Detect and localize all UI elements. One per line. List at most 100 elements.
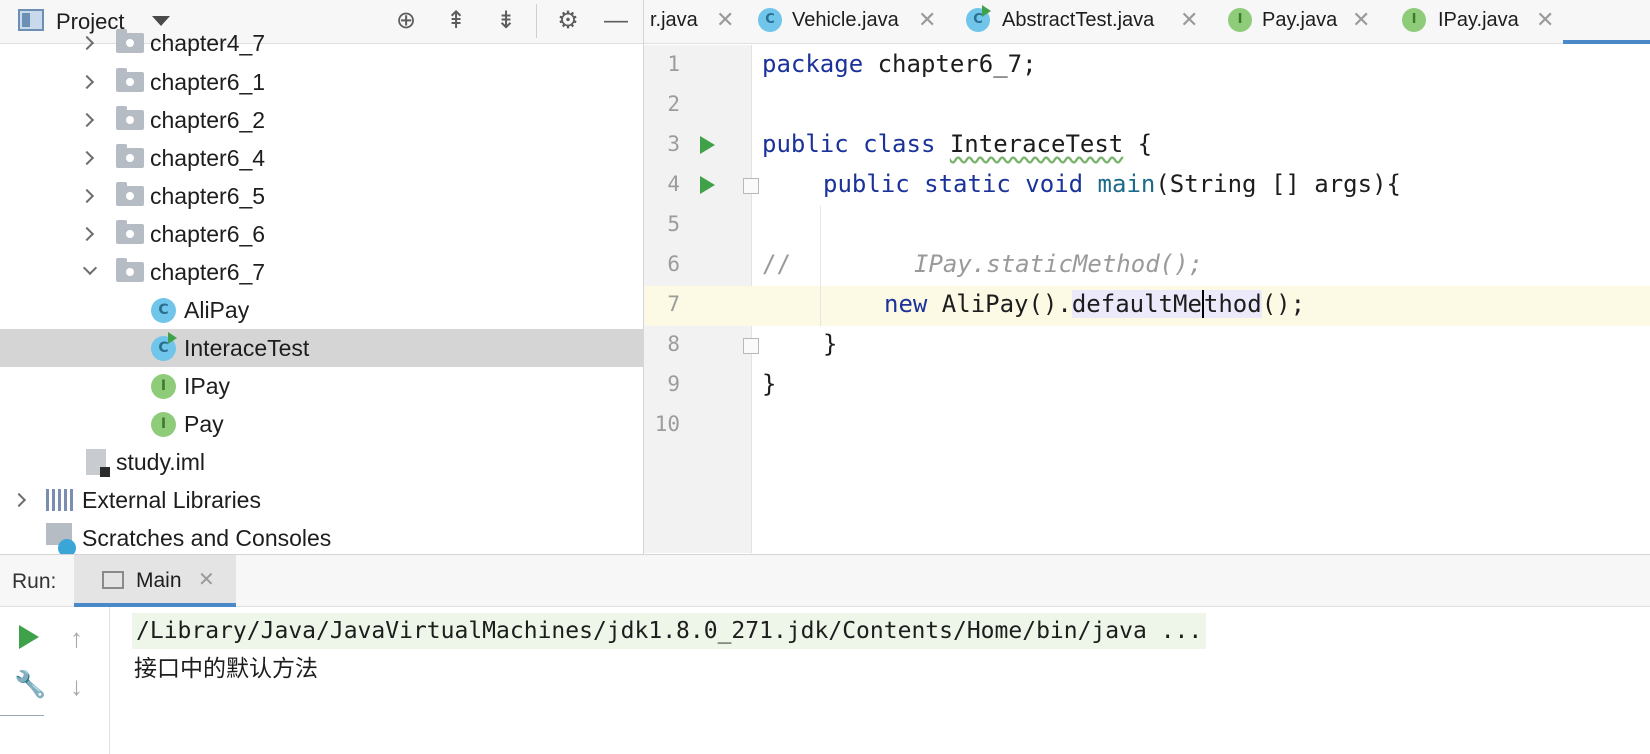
code-text: }	[762, 370, 777, 398]
tab-abstracttest-java[interactable]: C AbstractTest.java ✕	[966, 0, 1216, 43]
console-command-line[interactable]: /Library/Java/JavaVirtualMachines/jdk1.8…	[132, 613, 1207, 649]
tree-item-label: Scratches and Consoles	[82, 525, 332, 551]
active-tab-indicator	[1563, 40, 1650, 44]
tab-label: Pay.java	[1262, 9, 1338, 31]
code-line-6: //	[762, 250, 791, 278]
code-line-4: public static void main(String [] args){	[823, 170, 1401, 198]
code-line-8: }	[823, 330, 837, 358]
close-icon[interactable]: ✕	[198, 567, 215, 592]
line-number: 3	[667, 132, 680, 156]
chevron-right-icon[interactable]	[79, 188, 95, 204]
tree-item-label: IPay	[184, 373, 231, 399]
editor-tab-bar: r.java ✕ C Vehicle.java ✕ C AbstractTest…	[644, 0, 1650, 44]
tab-label: AbstractTest.java	[1002, 9, 1155, 31]
run-main-icon[interactable]	[700, 176, 715, 194]
tree-item-external-libraries[interactable]: External Libraries	[0, 481, 643, 519]
chevron-down-icon[interactable]	[82, 260, 98, 276]
method-call-highlight: defaultMethod	[1071, 290, 1262, 318]
line-number: 5	[667, 212, 680, 236]
code-text: {	[1123, 130, 1153, 158]
tree-item-chapter6_6[interactable]: chapter6_6	[0, 215, 643, 253]
line-number: 9	[667, 372, 680, 396]
tree-item-interacetest[interactable]: C InteraceTest	[0, 329, 643, 367]
tree-item-chapter6_2[interactable]: chapter6_2	[0, 101, 643, 139]
tree-item-label: chapter6_2	[150, 107, 266, 133]
tab-ipay-java[interactable]: I IPay.java ✕	[1402, 0, 1572, 43]
libraries-icon	[46, 489, 76, 511]
fold-marker-icon[interactable]	[743, 178, 759, 194]
folder-icon	[116, 68, 144, 92]
tree-item-chapter6_7[interactable]: chapter6_7	[0, 253, 643, 291]
tree-item-label: chapter6_4	[150, 145, 266, 171]
tree-item-chapter6_4[interactable]: chapter6_4	[0, 139, 643, 177]
keyword: package	[762, 50, 864, 78]
folder-icon	[116, 29, 144, 53]
close-icon[interactable]: ✕	[1352, 0, 1370, 40]
run-title: Run:	[12, 570, 57, 593]
wrench-icon[interactable]: 🔧	[14, 669, 46, 700]
rerun-icon[interactable]	[19, 625, 39, 649]
code-text: AliPay().	[927, 290, 1072, 318]
line-number: 4	[667, 172, 680, 196]
tree-item-label: Pay	[184, 411, 224, 437]
class-icon: C	[151, 298, 176, 323]
toolbar-divider	[0, 715, 44, 716]
tree-item-pay[interactable]: I Pay	[0, 405, 643, 443]
fold-marker-icon[interactable]	[743, 338, 759, 354]
tree-item-label: chapter6_5	[150, 183, 266, 209]
line-number: 10	[654, 412, 680, 436]
code-line-7: new AliPay().defaultMethod();	[884, 290, 1305, 318]
run-badge-icon	[982, 5, 991, 17]
keyword: new	[884, 290, 928, 318]
line-number: 2	[667, 92, 680, 116]
close-icon[interactable]: ✕	[1180, 0, 1198, 40]
line-number: 1	[667, 52, 680, 76]
tab-vehicle-java[interactable]: C Vehicle.java ✕	[758, 0, 948, 43]
chevron-right-icon[interactable]	[79, 226, 95, 242]
project-tool-window: Project ⊕ ⇞ ⇟ ⚙ — chapter4_7 chapter6_1 …	[0, 0, 644, 583]
code-line-3: public class InteraceTest {	[762, 130, 1152, 158]
tab-r-java[interactable]: r.java ✕	[650, 0, 750, 43]
code-text: ();	[1261, 290, 1306, 318]
tree-item-label: chapter4_7	[150, 30, 266, 56]
chevron-right-icon[interactable]	[79, 74, 95, 90]
arrow-down-icon[interactable]: ↓	[70, 671, 83, 702]
close-icon[interactable]: ✕	[1536, 0, 1554, 40]
run-header: Run: Main ✕	[0, 555, 1650, 607]
comment-prefix: //	[762, 250, 791, 278]
run-toolbar: 🔧 ↑ ↓	[0, 607, 110, 754]
code-line-6-comment: IPay.staticMethod();	[914, 250, 1203, 278]
chevron-right-icon[interactable]	[11, 492, 27, 508]
chevron-right-icon[interactable]	[79, 150, 95, 166]
close-icon[interactable]: ✕	[918, 0, 936, 40]
run-tab-main[interactable]: Main ✕	[74, 555, 236, 607]
tree-item-ipay[interactable]: I IPay	[0, 367, 643, 405]
interface-icon: I	[1228, 8, 1252, 32]
close-icon[interactable]: ✕	[716, 0, 734, 40]
tree-item-alipay[interactable]: C AliPay	[0, 291, 643, 329]
tree-item-chapter4_7[interactable]: chapter4_7	[0, 24, 643, 62]
run-class-icon[interactable]	[700, 136, 715, 154]
module-file-icon	[86, 449, 110, 477]
code-line-1: package chapter6_7;	[762, 50, 1037, 78]
interface-icon: I	[151, 374, 176, 399]
tree-item-scratches[interactable]: Scratches and Consoles	[0, 519, 643, 557]
chevron-right-icon[interactable]	[79, 35, 95, 51]
console-output[interactable]: /Library/Java/JavaVirtualMachines/jdk1.8…	[110, 607, 1650, 754]
line-number: 8	[667, 332, 680, 356]
folder-icon	[116, 144, 144, 168]
folder-icon	[116, 258, 144, 282]
tree-item-chapter6_1[interactable]: chapter6_1	[0, 63, 643, 101]
run-tool-window: Run: Main ✕ 🔧 ↑ ↓ /Library/Java/JavaVirt…	[0, 554, 1650, 754]
folder-icon	[116, 182, 144, 206]
tree-item-chapter6_5[interactable]: chapter6_5	[0, 177, 643, 215]
comment-text: IPay.staticMethod();	[914, 250, 1203, 278]
arrow-up-icon[interactable]: ↑	[70, 623, 83, 654]
chevron-right-icon[interactable]	[79, 112, 95, 128]
tree-item-label: chapter6_6	[150, 221, 266, 247]
tree-item-study-iml[interactable]: study.iml	[0, 443, 643, 481]
tab-pay-java[interactable]: I Pay.java ✕	[1228, 0, 1378, 43]
console-output-line: 接口中的默认方法	[134, 656, 318, 682]
class-icon: C	[758, 8, 782, 32]
tree-item-label: chapter6_7	[150, 259, 266, 285]
